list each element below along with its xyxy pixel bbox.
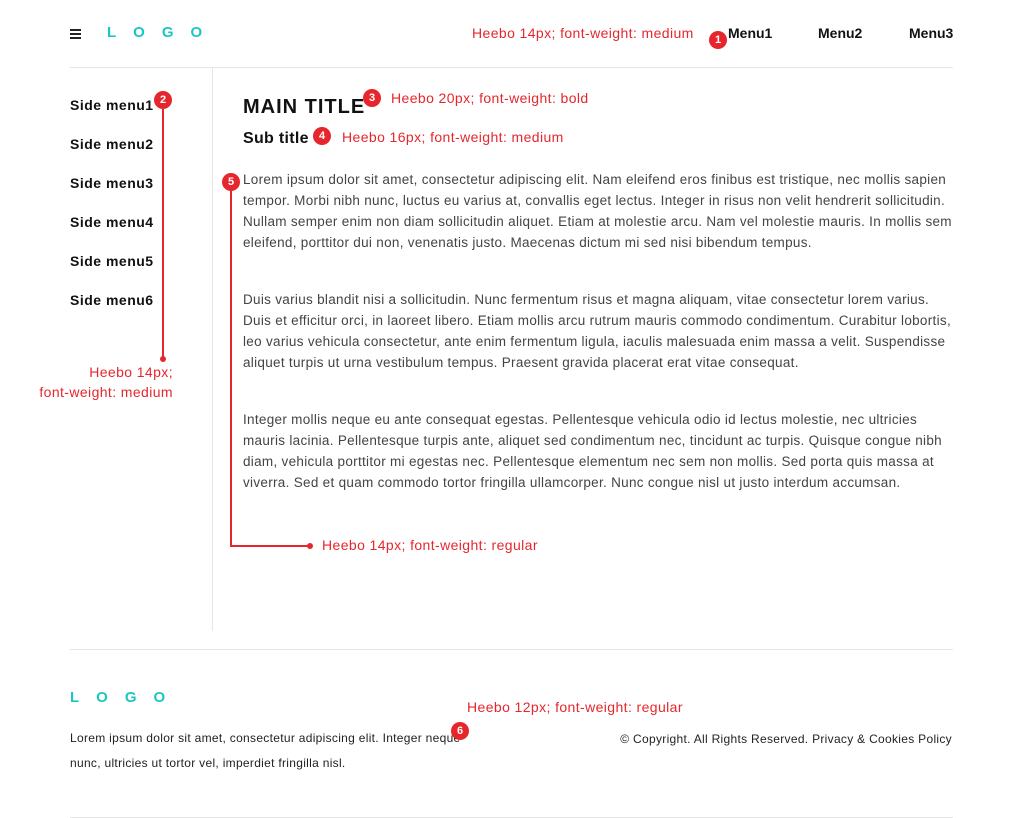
annotation-5-badge: 5 [222, 173, 240, 191]
annotation-5-hline [230, 545, 310, 547]
nav-item-menu2[interactable]: Menu2 [818, 25, 862, 41]
annotation-6-text: Heebo 12px; font-weight: regular [467, 699, 683, 715]
annotation-2-badge: 2 [154, 91, 172, 109]
sidebar-item-1[interactable]: Side menu1 [70, 97, 154, 113]
header-divider [70, 67, 953, 68]
privacy-policy-link[interactable]: Privacy & Cookies Policy [812, 732, 952, 746]
annotation-2-line [162, 109, 164, 359]
sidebar-item-4[interactable]: Side menu4 [70, 214, 154, 230]
annotation-2-text: Heebo 14px; font-weight: medium [39, 364, 173, 400]
annotation-1-badge: 1 [709, 31, 727, 49]
annotation-2-dot [160, 356, 166, 362]
footer-legal: © Copyright. All Rights Reserved. Privac… [620, 732, 952, 746]
annotation-2-line2: font-weight: medium [39, 384, 173, 400]
annotation-3-badge: 3 [363, 89, 381, 107]
paragraph-2: Duis varius blandit nisi a sollicitudin.… [243, 292, 951, 370]
paragraph-1: Lorem ipsum dolor sit amet, consectetur … [243, 172, 952, 250]
footer-divider [70, 649, 953, 650]
annotation-1-text: Heebo 14px; font-weight: medium [472, 25, 694, 41]
annotation-4-badge: 4 [313, 127, 331, 145]
sidebar-item-6[interactable]: Side menu6 [70, 292, 154, 308]
header-logo[interactable]: LOGO [107, 24, 219, 41]
footer-logo[interactable]: LOGO [70, 689, 182, 706]
annotation-2-line1: Heebo 14px; [89, 364, 173, 380]
sidebar-item-2[interactable]: Side menu2 [70, 136, 154, 152]
sidebar-divider [212, 68, 213, 631]
page-title: MAIN TITLE [243, 96, 366, 118]
page-subtitle: Sub title [243, 130, 309, 147]
hamburger-menu-icon[interactable] [70, 29, 81, 39]
sidebar-item-3[interactable]: Side menu3 [70, 175, 154, 191]
annotation-5-text: Heebo 14px; font-weight: regular [322, 537, 538, 553]
footer-text: Lorem ipsum dolor sit amet, consectetur … [70, 731, 461, 770]
paragraph-3: Integer mollis neque eu ante consequat e… [243, 412, 942, 490]
annotation-4-text: Heebo 16px; font-weight: medium [342, 129, 564, 145]
annotation-5-dot [307, 543, 313, 549]
nav-item-menu3[interactable]: Menu3 [909, 25, 953, 41]
annotation-3-text: Heebo 20px; font-weight: bold [391, 90, 589, 106]
annotation-5-vline [230, 191, 232, 546]
sidebar-item-5[interactable]: Side menu5 [70, 253, 154, 269]
copyright-text: © Copyright. All Rights Reserved. [620, 732, 809, 746]
annotation-6-badge: 6 [451, 722, 469, 740]
nav-item-menu1[interactable]: Menu1 [728, 25, 772, 41]
